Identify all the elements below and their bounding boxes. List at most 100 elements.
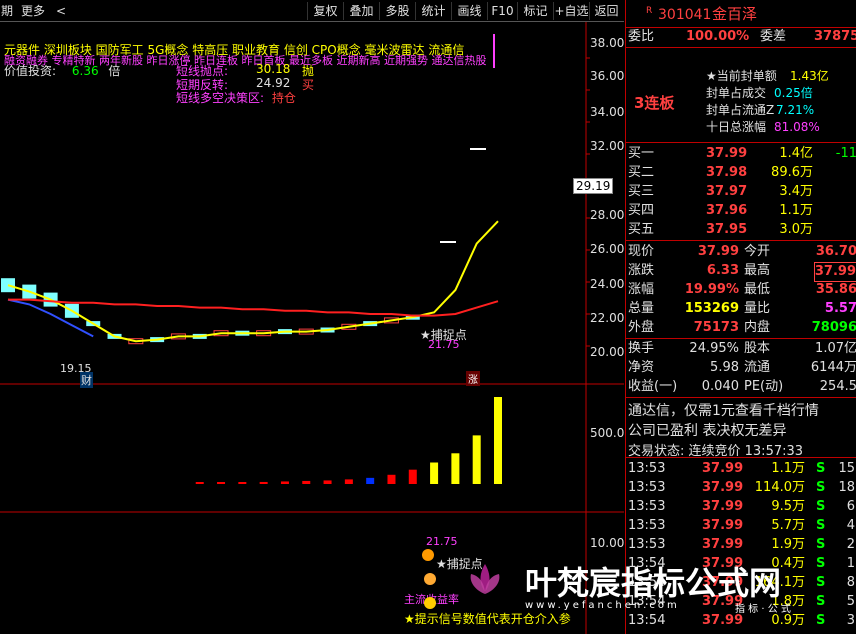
quote-row: 涨幅 19.99% 最低 35.86 (626, 281, 856, 299)
stock-code: 301041 (658, 7, 712, 23)
stats-value: 0.040 (701, 379, 739, 394)
webi-value: 100.00% (686, 29, 750, 44)
trade-volume: 114.0万 (754, 480, 805, 495)
capture-price-label: 21.75 (428, 338, 460, 351)
seal-label: 封单占成交 (706, 86, 767, 100)
trade-count: 18 (838, 480, 855, 495)
quote-label: 量比 (744, 301, 771, 316)
trade-volume: 9.5万 (771, 499, 805, 514)
finance-tag[interactable]: 财 (80, 372, 93, 388)
multi-stock-button[interactable]: 多股 (379, 2, 415, 20)
more-button[interactable]: 更多 (16, 2, 50, 20)
axis-label: 28.00 (590, 208, 625, 222)
bid-extra: -11 (835, 146, 856, 161)
trade-row: 13:53 37.99 1.9万 S 2 (626, 536, 856, 554)
axis-label: 32.00 (590, 139, 625, 153)
quote-value: 75173 (693, 320, 739, 335)
kline-chart-area[interactable]: 38.00 36.00 34.00 32.00 28.00 26.00 24.0… (0, 22, 624, 634)
value-investment-unit: 倍 (108, 64, 121, 78)
quote-label: 现价 (628, 244, 655, 259)
volume-bar (366, 477, 375, 484)
webi-label: 委比 (628, 29, 655, 44)
stats-label: 股本 (744, 341, 771, 356)
limit-up-tag[interactable]: 涨 (466, 371, 480, 386)
quote-label: 外盘 (628, 320, 655, 335)
mark-button[interactable]: 标记 (517, 2, 553, 20)
value-investment-label: 价值投资: (4, 64, 57, 78)
back-arrow-icon[interactable]: < (54, 2, 68, 20)
capture-price-label-2: 21.75 (426, 535, 458, 548)
axis-label: 500.0 (590, 426, 625, 440)
quote-value: 153269 (684, 301, 739, 316)
quote-value: 35.86 (815, 282, 856, 297)
stats-value: 254.5 (819, 379, 856, 394)
trade-price: 37.99 (702, 537, 744, 552)
level2-ad[interactable]: 通达信，仅需1元查看千档行情 (628, 400, 819, 420)
kline-chart-svg[interactable] (0, 22, 624, 634)
bid-label: 买三 (628, 184, 655, 199)
quote-label: 涨幅 (628, 282, 655, 297)
volume-bars (195, 397, 502, 484)
bid-price: 37.97 (706, 184, 748, 199)
bid-row[interactable]: 买四 37.96 1.1万 (626, 202, 856, 220)
axis-label: 36.00 (590, 69, 625, 83)
bid-price: 37.96 (706, 203, 748, 218)
bid-price: 37.98 (706, 165, 748, 180)
overlay-button[interactable]: 叠加 (343, 2, 379, 20)
quote-value: 5.57 (824, 301, 856, 316)
stats-label: 换手 (628, 341, 655, 356)
stats-label: 净资 (628, 360, 655, 375)
return-button[interactable]: 返回 (589, 2, 623, 20)
trade-side: S (816, 537, 826, 552)
quote-label: 最低 (744, 282, 771, 297)
seal-value: 1.43亿 (790, 69, 829, 83)
axis-label: 20.00 (590, 345, 625, 359)
series-line-1 (8, 298, 499, 317)
volume-bar (408, 469, 417, 484)
volume-bar (280, 481, 289, 484)
trade-time: 13:53 (628, 499, 666, 514)
quote-label: 涨跌 (628, 263, 655, 278)
quote-row: 外盘 75173 内盘 78096 (626, 319, 856, 337)
bid-row[interactable]: 买二 37.98 89.6万 (626, 164, 856, 182)
current-price-marker: 29.19 (573, 178, 614, 194)
trade-price: 37.99 (702, 461, 744, 476)
f10-button[interactable]: F10 (487, 2, 517, 20)
bid-volume: 3.4万 (779, 184, 813, 199)
axis-label: 26.00 (590, 242, 625, 256)
chart-toolbar: 期 更多 < 复权 叠加 多股 统计 画线 F10 标记 +自选 返回 (0, 0, 624, 22)
bid-price: 37.95 (706, 222, 748, 237)
quote-label: 最高 (744, 263, 771, 278)
bid-label: 买四 (628, 203, 655, 218)
bid-volume: 89.6万 (771, 165, 813, 180)
bid-volume: 1.1万 (779, 203, 813, 218)
value-investment-number: 6.36 (71, 64, 99, 78)
webi-row: 委比 100.00% 委差 37875 (626, 28, 856, 46)
trade-volume: 1.1万 (771, 461, 805, 476)
trade-row: 13:53 37.99 5.7万 S 4 (626, 517, 856, 535)
add-watchlist-button[interactable]: +自选 (553, 2, 589, 20)
wecha-label: 委差 (760, 29, 787, 44)
wecha-value: 37875 (814, 29, 856, 44)
restore-rights-button[interactable]: 复权 (307, 2, 343, 20)
bid-row[interactable]: 买一 37.99 1.4亿 -11 (626, 145, 856, 163)
quote-label: 总量 (628, 301, 655, 316)
quote-value: 19.99% (684, 282, 739, 297)
volume-bar (259, 481, 268, 484)
stats-button[interactable]: 统计 (415, 2, 451, 20)
signal-value: 30.18 (256, 62, 291, 76)
stock-header[interactable]: R 301041 金百泽 (626, 4, 856, 26)
seal-info: ★当前封单额 1.43亿 封单占成交 0.25倍 封单占流通Z 7.21% 十日总涨幅… (626, 68, 856, 136)
trade-volume: 1.9万 (771, 537, 805, 552)
bid-row[interactable]: 买三 37.97 3.4万 (626, 183, 856, 201)
draw-line-button[interactable]: 画线 (451, 2, 487, 20)
signal-item-3: 短线多空决策区: 持仓 (176, 89, 296, 106)
period-button[interactable]: 期 (0, 2, 14, 20)
company-notice: 公司已盈利 表决权无差异 (628, 423, 787, 439)
trade-time: 13:53 (628, 518, 666, 533)
seal-value: 81.08% (774, 120, 820, 134)
bid-row[interactable]: 买五 37.95 3.0万 (626, 221, 856, 239)
trade-time: 13:53 (628, 461, 666, 476)
trade-price: 37.99 (702, 499, 744, 514)
quote-value: 37.99 (697, 244, 739, 259)
